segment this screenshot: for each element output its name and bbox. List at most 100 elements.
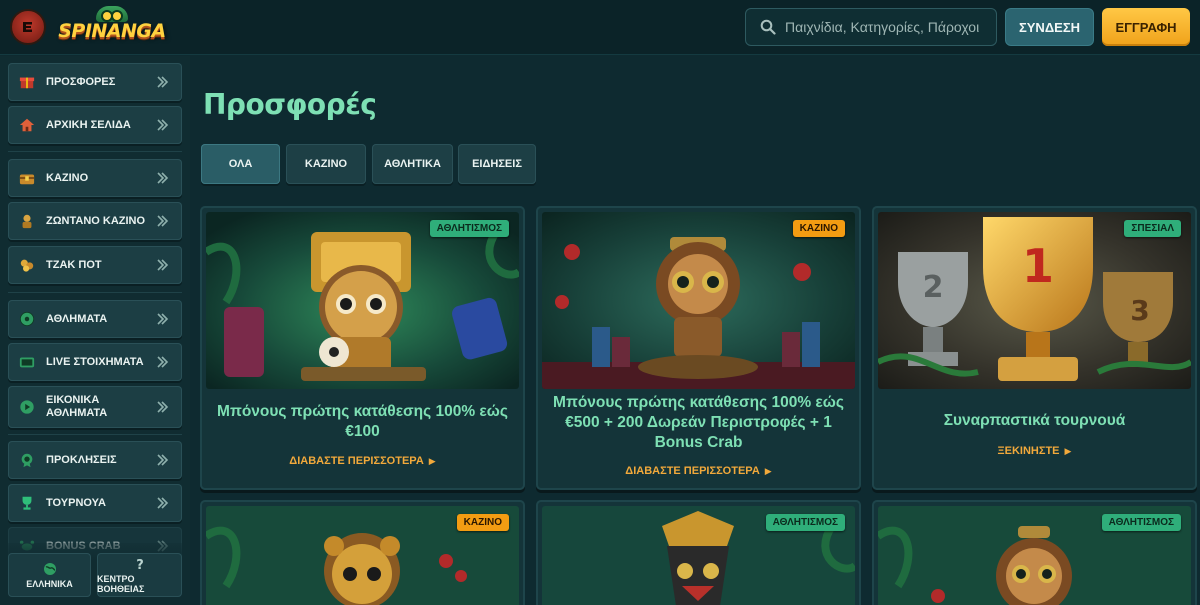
sidebar-item-label: ΕΙΚΟΝΙΚΑ ΑΘΛΗΜΑΤΑ <box>46 394 108 419</box>
sidebar-item-virtual-sports[interactable]: ΕΙΚΟΝΙΚΑ ΑΘΛΗΜΑΤΑ <box>8 386 182 428</box>
sidebar-item-label: ΑΘΛΗΜΑΤΑ <box>46 312 108 325</box>
language-label: ΕΛΛΗΝΙΚΑ <box>26 578 73 589</box>
page-title: Προσφορές <box>203 88 377 121</box>
football-icon <box>18 310 36 328</box>
logo-text: SPINANGA <box>58 20 166 42</box>
promo-card[interactable]: ΑΘΛΗΤΙΣΜΟΣ <box>536 500 861 605</box>
chevron-right-icon <box>157 119 169 131</box>
read-more-link[interactable]: ΔΙΑΒΑΣΤΕ ΠΕΡΙΣΣΟΤΕΡΑ ▶ <box>536 465 861 477</box>
sidebar-divider <box>8 292 182 293</box>
promo-image: ΚΑΖΙΝΟ <box>206 506 519 605</box>
live-icon <box>18 353 36 371</box>
search-icon <box>760 19 776 35</box>
category-badge: ΚΑΖΙΝΟ <box>456 514 509 531</box>
promo-title: Μπόνους πρώτης κατάθεσης 100% εώς €100 <box>217 403 508 440</box>
chevron-right-icon <box>157 356 169 368</box>
read-more-label: ΔΙΑΒΑΣΤΕ ΠΕΡΙΣΣΟΤΕΡΑ <box>625 465 760 477</box>
chevron-right-icon <box>157 76 169 88</box>
chevron-right-icon <box>157 454 169 466</box>
sidebar-divider <box>8 151 182 152</box>
home-icon <box>18 116 36 134</box>
start-link[interactable]: ΞΕΚΙΝΗΣΤΕ ▶ <box>872 445 1197 457</box>
sidebar-item-jackpot[interactable]: ΤΖΑΚ ΠΟΤ <box>8 246 182 284</box>
sidebar-item-label: ΑΡΧΙΚΗ ΣΕΛΙΔΑ <box>46 118 131 131</box>
gift-icon <box>18 73 36 91</box>
read-more-label: ΔΙΑΒΑΣΤΕ ΠΕΡΙΣΣΟΤΕΡΑ <box>289 455 424 467</box>
sidebar-item-label: ΠΡΟΣΦΟΡΕΣ <box>46 75 116 88</box>
promo-image: ΑΘΛΗΤΙΣΜΟΣ <box>878 506 1191 605</box>
login-button[interactable]: ΣΥΝΔΕΣΗ <box>1005 8 1094 46</box>
sidebar-item-live-betting[interactable]: LIVE ΣΤΟΙΧΗΜΑΤΑ <box>8 343 182 381</box>
chest-icon <box>18 169 36 187</box>
arrow-right-icon: ▶ <box>1064 446 1072 456</box>
logo[interactable]: SPINANGA <box>58 6 166 50</box>
question-icon: ? <box>136 558 144 571</box>
svg-text:?: ? <box>136 558 144 571</box>
promo-card[interactable]: ΑΘΛΗΤΙΣΜΟΣ Μπόνους πρώτης κατάθεσης 100%… <box>200 206 525 490</box>
sidebar-item-label: ΤΖΑΚ ΠΟΤ <box>46 258 102 271</box>
category-badge: ΣΠΕΣΙΑΛ <box>1124 220 1181 237</box>
virtual-sports-icon <box>18 398 36 416</box>
sidebar-footer: ΕΛΛΗΝΙΚΑ ? ΚΕΝΤΡΟ ΒΟΗΘΕΙΑΣ <box>0 543 190 605</box>
svg-text:1: 1 <box>1022 239 1054 293</box>
trophy-icon <box>18 494 36 512</box>
promo-image: 2 3 1 ΣΠΕΣΙΑΛ <box>878 212 1191 389</box>
tab-news[interactable]: ΕΙΔΗΣΕΙΣ <box>458 144 536 184</box>
sidebar-item-sports[interactable]: ΑΘΛΗΜΑΤΑ <box>8 300 182 338</box>
promo-card[interactable]: 2 3 1 ΣΠΕΣΙΑΛ Συναρπαστικά τουρνουά ΞΕΚΙ… <box>872 206 1197 490</box>
category-badge: ΑΘΛΗΤΙΣΜΟΣ <box>429 220 509 237</box>
dealer-icon <box>18 212 36 230</box>
category-badge: ΑΘΛΗΤΙΣΜΟΣ <box>1101 514 1181 531</box>
promo-title: Συναρπαστικά τουρνουά <box>943 412 1126 429</box>
sidebar-item-label: ΠΡΟΚΛΗΣΕΙΣ <box>46 453 117 466</box>
promo-image: ΚΑΖΙΝΟ <box>542 212 855 389</box>
register-button[interactable]: ΕΓΓΡΑΦΗ <box>1102 8 1190 46</box>
main-content: Προσφορές ΟΛΑ ΚΑΖΙΝΟ ΑΘΛΗΤΙΚΑ ΕΙΔΗΣΕΙΣ Α… <box>190 56 1200 605</box>
read-more-link[interactable]: ΔΙΑΒΑΣΤΕ ΠΕΡΙΣΣΟΤΕΡΑ ▶ <box>200 455 525 467</box>
arrow-right-icon: ▶ <box>428 456 436 466</box>
tab-all[interactable]: ΟΛΑ <box>201 144 280 184</box>
category-badge: ΚΑΖΙΝΟ <box>792 220 845 237</box>
svg-text:2: 2 <box>923 270 944 305</box>
sidebar-item-label: ΚΑΖΙΝΟ <box>46 171 89 184</box>
chevron-right-icon <box>157 313 169 325</box>
help-center-button[interactable]: ? ΚΕΝΤΡΟ ΒΟΗΘΕΙΑΣ <box>97 553 182 597</box>
chevron-right-icon <box>157 401 169 413</box>
promo-card[interactable]: ΚΑΖΙΝΟ <box>200 500 525 605</box>
sidebar: ΠΡΟΣΦΟΡΕΣ ΑΡΧΙΚΗ ΣΕΛΙΔΑ ΚΑΖΙΝΟ ΖΩΝΤΑΝΟ Κ… <box>0 56 190 605</box>
sidebar-item-label: ΤΟΥΡΝΟΥΑ <box>46 496 106 509</box>
sidebar-item-home[interactable]: ΑΡΧΙΚΗ ΣΕΛΙΔΑ <box>8 106 182 144</box>
help-center-label: ΚΕΝΤΡΟ ΒΟΗΘΕΙΑΣ <box>97 573 145 594</box>
sidebar-item-label: ΖΩΝΤΑΝΟ ΚΑΖΙΝΟ <box>46 214 146 227</box>
sidebar-divider <box>8 434 182 435</box>
promo-card[interactable]: ΑΘΛΗΤΙΣΜΟΣ <box>872 500 1197 605</box>
jackpot-icon <box>18 256 36 274</box>
arrow-right-icon: ▶ <box>764 466 772 476</box>
chevron-right-icon <box>157 259 169 271</box>
promo-image: ΑΘΛΗΤΙΣΜΟΣ <box>542 506 855 605</box>
tab-sports[interactable]: ΑΘΛΗΤΙΚΑ <box>372 144 453 184</box>
sidebar-item-live-casino[interactable]: ΖΩΝΤΑΝΟ ΚΑΖΙΝΟ <box>8 202 182 240</box>
chevron-right-icon <box>157 497 169 509</box>
promo-image: ΑΘΛΗΤΙΣΜΟΣ <box>206 212 519 389</box>
globe-icon <box>43 562 56 575</box>
challenge-icon <box>18 451 36 469</box>
category-badge: ΑΘΛΗΤΙΣΜΟΣ <box>765 514 845 531</box>
menu-icon <box>23 22 32 32</box>
sidebar-item-casino[interactable]: ΚΑΖΙΝΟ <box>8 159 182 197</box>
search-input[interactable] <box>785 19 990 35</box>
sidebar-item-label: LIVE ΣΤΟΙΧΗΜΑΤΑ <box>46 355 144 368</box>
chevron-right-icon <box>157 215 169 227</box>
top-header: SPINANGA ΣΥΝΔΕΣΗ ΕΓΓΡΑΦΗ <box>0 0 1200 55</box>
sidebar-item-promotions[interactable]: ΠΡΟΣΦΟΡΕΣ <box>8 63 182 101</box>
chevron-right-icon <box>157 172 169 184</box>
sidebar-item-challenges[interactable]: ΠΡΟΚΛΗΣΕΙΣ <box>8 441 182 479</box>
tab-casino[interactable]: ΚΑΖΙΝΟ <box>286 144 366 184</box>
promo-card[interactable]: ΚΑΖΙΝΟ Μπόνους πρώτης κατάθεσης 100% εώς… <box>536 206 861 490</box>
language-button[interactable]: ΕΛΛΗΝΙΚΑ <box>8 553 91 597</box>
sidebar-item-tournaments[interactable]: ΤΟΥΡΝΟΥΑ <box>8 484 182 522</box>
start-label: ΞΕΚΙΝΗΣΤΕ <box>997 445 1060 457</box>
promo-title: Μπόνους πρώτης κατάθεσης 100% εώς €500 +… <box>553 394 844 451</box>
search-box[interactable] <box>745 8 997 46</box>
menu-toggle-button[interactable] <box>10 9 46 45</box>
